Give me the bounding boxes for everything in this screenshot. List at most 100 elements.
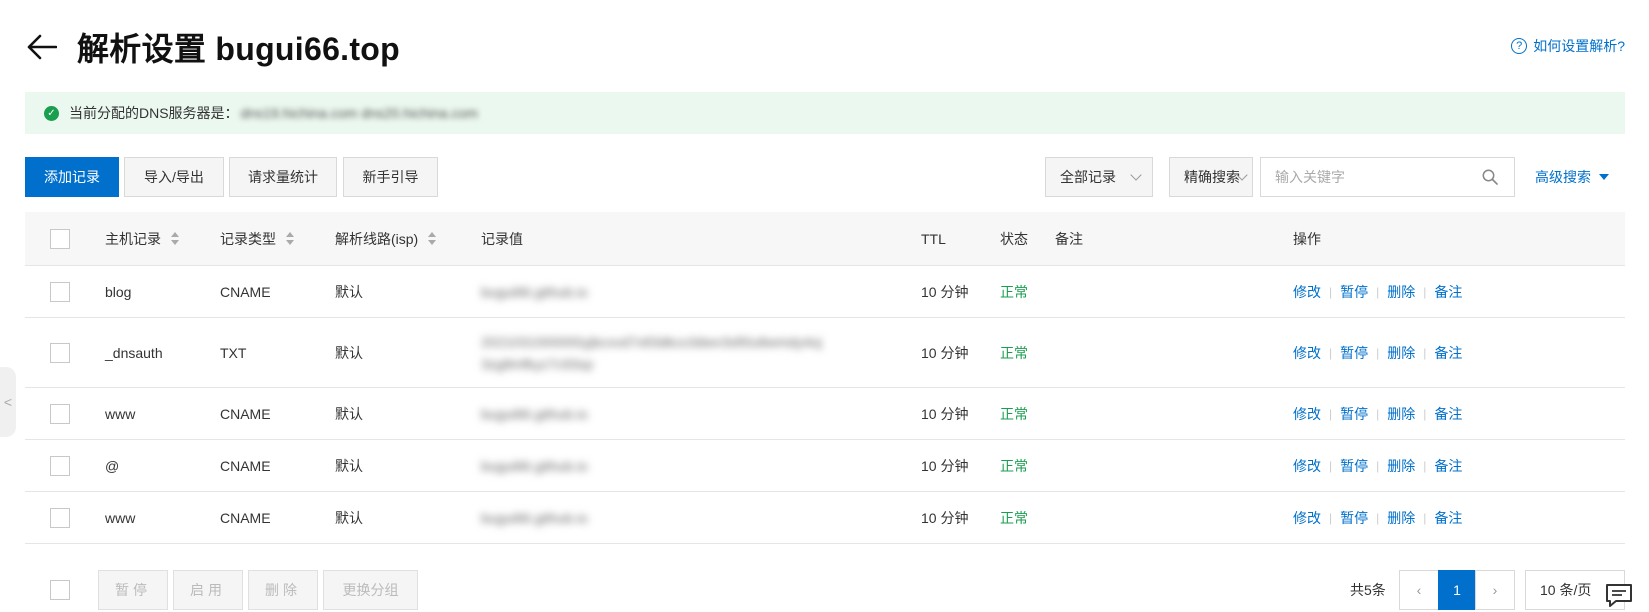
edit-link[interactable]: 修改 bbox=[1293, 343, 1321, 363]
current-page-button[interactable]: 1 bbox=[1438, 570, 1476, 610]
search-box bbox=[1260, 157, 1515, 197]
add-record-button[interactable]: 添加记录 bbox=[25, 157, 119, 197]
search-mode-select[interactable]: 精确搜索 bbox=[1169, 157, 1253, 197]
edit-link[interactable]: 修改 bbox=[1293, 456, 1321, 476]
pause-link[interactable]: 暂停 bbox=[1340, 282, 1368, 302]
separator: | bbox=[1376, 345, 1380, 360]
remark-link[interactable]: 备注 bbox=[1434, 508, 1462, 528]
status-cell: 正常 bbox=[1000, 509, 1028, 526]
type-cell: CNAME bbox=[220, 405, 271, 422]
column-host[interactable]: 主机记录 bbox=[105, 212, 179, 265]
delete-link[interactable]: 删除 bbox=[1387, 404, 1415, 424]
host-cell: _dnsauth bbox=[105, 344, 163, 361]
record-value: 2021031000000yjbcxvd7x83dkco3dwv3sfi0u8w… bbox=[481, 333, 822, 350]
help-link[interactable]: ? 如何设置解析? bbox=[1511, 36, 1625, 56]
actions-cell: 修改 | 暂停 | 删除 | 备注 bbox=[1293, 440, 1462, 491]
actions-cell: 修改 | 暂停 | 删除 | 备注 bbox=[1293, 492, 1462, 543]
host-cell: www bbox=[105, 509, 136, 526]
column-type[interactable]: 记录类型 bbox=[220, 212, 294, 265]
value-cell: bugui66.github.io bbox=[481, 266, 901, 317]
row-checkbox[interactable] bbox=[50, 403, 70, 424]
row-checkbox[interactable] bbox=[50, 342, 70, 363]
search-input[interactable] bbox=[1275, 169, 1475, 185]
status-cell: 正常 bbox=[1000, 457, 1028, 474]
sort-icon[interactable] bbox=[428, 232, 437, 245]
edit-link[interactable]: 修改 bbox=[1293, 404, 1321, 424]
batch-pause-button[interactable]: 暂停 bbox=[98, 570, 168, 610]
column-host-label: 主机记录 bbox=[105, 230, 161, 247]
type-cell: CNAME bbox=[220, 509, 271, 526]
row-select-cell bbox=[50, 318, 70, 387]
value-cell: bugui66.github.io bbox=[481, 388, 901, 439]
delete-link[interactable]: 删除 bbox=[1387, 343, 1415, 363]
footer-select-all-checkbox[interactable] bbox=[50, 580, 70, 600]
row-checkbox[interactable] bbox=[50, 455, 70, 476]
sidebar-collapse-handle[interactable]: < bbox=[0, 367, 16, 437]
row-select-cell bbox=[50, 266, 70, 317]
request-stats-button[interactable]: 请求量统计 bbox=[229, 157, 337, 197]
batch-enable-button[interactable]: 启用 bbox=[173, 570, 243, 610]
delete-link[interactable]: 删除 bbox=[1387, 508, 1415, 528]
sort-icon[interactable] bbox=[286, 232, 294, 245]
remark-link[interactable]: 备注 bbox=[1434, 404, 1462, 424]
row-select-cell bbox=[50, 492, 70, 543]
table-row: www CNAME 默认 bugui66.github.io 10 分钟 正常 … bbox=[25, 388, 1625, 440]
search-icon[interactable] bbox=[1482, 169, 1498, 185]
feedback-chat-icon[interactable] bbox=[1599, 578, 1639, 612]
separator: | bbox=[1329, 345, 1333, 360]
remark-link[interactable]: 备注 bbox=[1434, 282, 1462, 302]
remark-link[interactable]: 备注 bbox=[1434, 456, 1462, 476]
edit-link[interactable]: 修改 bbox=[1293, 282, 1321, 302]
column-value: 记录值 bbox=[481, 230, 523, 247]
table-row: @ CNAME 默认 bugui66.github.io 10 分钟 正常 修改… bbox=[25, 440, 1625, 492]
table-header: 主机记录 记录类型 解析线路(isp) 记录值 TTL 状态 备注 操作 bbox=[25, 212, 1625, 266]
line-cell: 默认 bbox=[335, 283, 363, 300]
ttl-cell: 10 分钟 bbox=[921, 509, 969, 526]
record-filter-select[interactable]: 全部记录 bbox=[1045, 157, 1153, 197]
record-value: bugui66.github.io bbox=[481, 283, 588, 300]
actions-cell: 修改 | 暂停 | 删除 | 备注 bbox=[1293, 266, 1462, 317]
separator: | bbox=[1423, 510, 1427, 525]
row-checkbox[interactable] bbox=[50, 281, 70, 302]
next-page-button[interactable]: › bbox=[1475, 570, 1515, 610]
column-ttl: TTL bbox=[921, 230, 946, 247]
pause-link[interactable]: 暂停 bbox=[1340, 343, 1368, 363]
footer-select-cell bbox=[50, 570, 70, 610]
delete-link[interactable]: 删除 bbox=[1387, 456, 1415, 476]
prev-page-button[interactable]: ‹ bbox=[1399, 570, 1439, 610]
dns-server-notice: ✓ 当前分配的DNS服务器是： dns19.hichina.com dns20.… bbox=[25, 92, 1625, 134]
pause-link[interactable]: 暂停 bbox=[1340, 456, 1368, 476]
line-cell: 默认 bbox=[335, 344, 363, 361]
column-line-label: 解析线路(isp) bbox=[335, 230, 419, 247]
record-value: bugui66.github.io bbox=[481, 405, 588, 422]
record-filter-value: 全部记录 bbox=[1060, 169, 1116, 185]
pause-link[interactable]: 暂停 bbox=[1340, 508, 1368, 528]
row-select-cell bbox=[50, 388, 70, 439]
record-value-cont: 3zg8mfkyz7c93xp bbox=[481, 355, 594, 372]
separator: | bbox=[1423, 345, 1427, 360]
type-cell: TXT bbox=[220, 344, 247, 361]
delete-link[interactable]: 删除 bbox=[1387, 282, 1415, 302]
import-export-button[interactable]: 导入/导出 bbox=[124, 157, 224, 197]
toolbar: 添加记录 导入/导出 请求量统计 新手引导 全部记录 精确搜索 高级搜索 bbox=[25, 157, 1625, 197]
select-all-cell bbox=[50, 212, 70, 265]
remark-link[interactable]: 备注 bbox=[1434, 343, 1462, 363]
page-header: 解析设置 bugui66.top ? 如何设置解析? bbox=[25, 22, 1625, 72]
back-arrow-icon[interactable] bbox=[25, 30, 59, 64]
separator: | bbox=[1376, 458, 1380, 473]
select-all-checkbox[interactable] bbox=[50, 228, 70, 249]
beginner-guide-button[interactable]: 新手引导 bbox=[343, 157, 438, 197]
change-group-button[interactable]: 更换分组 bbox=[323, 570, 418, 610]
separator: | bbox=[1376, 406, 1380, 421]
advanced-search-toggle[interactable]: 高级搜索 bbox=[1535, 157, 1609, 197]
pause-link[interactable]: 暂停 bbox=[1340, 404, 1368, 424]
row-checkbox[interactable] bbox=[50, 507, 70, 528]
column-actions: 操作 bbox=[1293, 230, 1321, 247]
line-cell: 默认 bbox=[335, 457, 363, 474]
sort-icon[interactable] bbox=[171, 232, 179, 245]
batch-delete-button[interactable]: 删除 bbox=[248, 570, 318, 610]
dns-notice-label: 当前分配的DNS服务器是： bbox=[69, 105, 239, 121]
column-line[interactable]: 解析线路(isp) bbox=[335, 212, 437, 265]
edit-link[interactable]: 修改 bbox=[1293, 508, 1321, 528]
column-remark: 备注 bbox=[1055, 230, 1083, 247]
